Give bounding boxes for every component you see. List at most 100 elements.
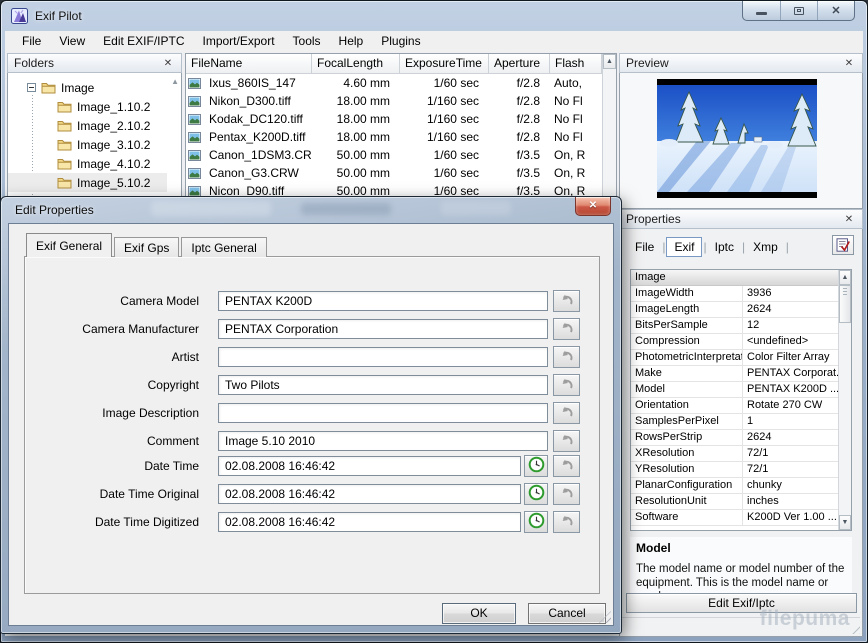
property-row[interactable]: OrientationRotate 270 CW [631,398,838,414]
date-time-field[interactable]: 02.08.2008 16:46:42 [218,456,521,476]
tab-exif-general[interactable]: Exif General [26,233,112,257]
table-cell: No Fl [550,94,602,108]
property-grid-scrollbar[interactable]: ▲ ▼ [838,270,851,530]
tree-item[interactable]: Image_3.10.2 [8,135,167,154]
collapse-expander-icon[interactable] [27,83,36,92]
undo-button[interactable] [553,346,580,368]
camera-manufacturer-field[interactable]: PENTAX Corporation [218,319,548,339]
comment-field[interactable]: Image 5.10 2010 [218,431,548,451]
table-row[interactable]: Kodak_DC120.tiff18.00 mm1/160 secf/2.8No… [186,110,616,128]
menu-item-tools[interactable]: Tools [284,31,330,52]
undo-button[interactable] [553,318,580,340]
dialog-close-button[interactable]: ✕ [575,197,611,216]
property-row[interactable]: YResolution72/1 [631,462,838,478]
tree-item-label: Image_5.10.2 [77,176,150,190]
tree-item[interactable]: Image_1.10.2 [8,97,167,116]
cancel-button[interactable]: Cancel [528,603,606,624]
tab-iptc-general[interactable]: Iptc General [181,237,266,257]
maximize-button[interactable] [780,1,817,20]
column-header-aperture[interactable]: Aperture [489,54,550,74]
property-row[interactable]: XResolution72/1 [631,446,838,462]
tab-file[interactable]: File [628,238,661,256]
tree-item[interactable]: Image_5.10.2 [8,173,167,192]
undo-button[interactable] [553,290,580,312]
scroll-up-button[interactable]: ▲ [603,54,616,69]
folder-icon [57,139,72,151]
property-row[interactable]: SamplesPerPixel1 [631,414,838,430]
property-name: RowsPerStrip [631,430,743,445]
property-row[interactable]: RowsPerStrip2624 [631,430,838,446]
menu-item-help[interactable]: Help [330,31,373,52]
property-row[interactable]: BitsPerSample12 [631,318,838,334]
property-section-header[interactable]: Image [631,270,838,286]
tree-item[interactable]: Image_4.10.2 [8,154,167,173]
menu-item-file[interactable]: File [13,31,50,52]
minimize-button[interactable] [743,1,780,20]
column-header-filename[interactable]: FileName [186,54,312,74]
tab-xmp[interactable]: Xmp [746,238,785,256]
scroll-up-button[interactable]: ▲ [839,270,851,285]
tab-exif-gps[interactable]: Exif Gps [114,237,179,257]
copyright-field[interactable]: Two Pilots [218,375,548,395]
undo-button[interactable] [553,511,580,533]
column-header-focallength[interactable]: FocalLength [312,54,400,74]
tab-iptc[interactable]: Iptc [708,238,741,256]
set-current-time-button[interactable] [524,483,548,505]
properties-close-icon[interactable]: ✕ [842,214,856,225]
image-description-field[interactable] [218,403,548,423]
close-button[interactable]: ✕ [817,1,854,20]
preview-close-icon[interactable]: ✕ [842,58,856,69]
tree-scroll-up-icon[interactable]: ▲ [171,77,179,86]
property-value: <undefined> [743,334,838,349]
property-row[interactable]: ResolutionUnitinches [631,494,838,510]
property-row[interactable]: PhotometricInterpretationColor Filter Ar… [631,350,838,366]
folders-close-icon[interactable]: ✕ [161,58,175,69]
table-row[interactable]: Ixus_860IS_1474.60 mm1/60 secf/2.8Auto, [186,74,616,92]
menu-item-plugins[interactable]: Plugins [372,31,429,52]
table-row[interactable]: Nikon_D300.tiff18.00 mm1/160 secf/2.8No … [186,92,616,110]
edit-form-button[interactable] [832,235,854,255]
menu-item-import-export[interactable]: Import/Export [194,31,284,52]
menu-item-edit-exif-iptc[interactable]: Edit EXIF/IPTC [94,31,193,52]
property-row[interactable]: PlanarConfigurationchunky [631,478,838,494]
property-row[interactable]: MakePENTAX Corporat... [631,366,838,382]
property-row[interactable]: SoftwareK200D Ver 1.00 ... [631,510,838,526]
property-name: SamplesPerPixel [631,414,743,429]
undo-button[interactable] [553,374,580,396]
camera-model-field[interactable]: PENTAX K200D [218,291,548,311]
column-header-exposuretime[interactable]: ExposureTime [400,54,489,74]
filename-cell: Nikon_D300.tiff [186,94,312,108]
property-row[interactable]: ImageLength2624 [631,302,838,318]
undo-button[interactable] [553,455,580,477]
date-time-original-field[interactable]: 02.08.2008 16:46:42 [218,484,521,504]
tree-item[interactable]: Image_2.10.2 [8,116,167,135]
set-current-time-button[interactable] [524,455,548,477]
table-row[interactable]: Pentax_K200D.tiff18.00 mm1/160 secf/2.8N… [186,128,616,146]
image-file-icon [188,132,201,143]
title-bar[interactable]: Exif Pilot ✕ [1,1,867,31]
set-current-time-button[interactable] [524,511,548,533]
table-cell: 50.00 mm [312,166,400,180]
property-row[interactable]: ImageWidth3936 [631,286,838,302]
tab-exif[interactable]: Exif [666,237,702,257]
undo-button[interactable] [553,402,580,424]
tree-item-root[interactable]: Image [8,78,167,97]
menu-item-view[interactable]: View [50,31,94,52]
file-table-scrollbar[interactable]: ▲ [602,54,616,198]
tab-separator: | [785,240,790,254]
undo-button[interactable] [553,430,580,452]
scrollbar-thumb[interactable] [839,285,851,323]
ok-button[interactable]: OK [442,603,516,624]
property-row[interactable]: ModelPENTAX K200D ... [631,382,838,398]
property-value: 72/1 [743,446,838,461]
table-row[interactable]: Canon_G3.CRW50.00 mm1/60 secf/3.5On, R [186,164,616,182]
description-line: equipment. This is the model name or num… [636,576,846,593]
image-file-icon [188,78,201,89]
scroll-down-button[interactable]: ▼ [839,515,851,530]
column-header-flash[interactable]: Flash [550,54,602,74]
table-row[interactable]: Canon_1DSM3.CR250.00 mm1/60 secf/3.5On, … [186,146,616,164]
artist-field[interactable] [218,347,548,367]
property-row[interactable]: Compression<undefined> [631,334,838,350]
date-time-digitized-field[interactable]: 02.08.2008 16:46:42 [218,512,521,532]
undo-button[interactable] [553,483,580,505]
